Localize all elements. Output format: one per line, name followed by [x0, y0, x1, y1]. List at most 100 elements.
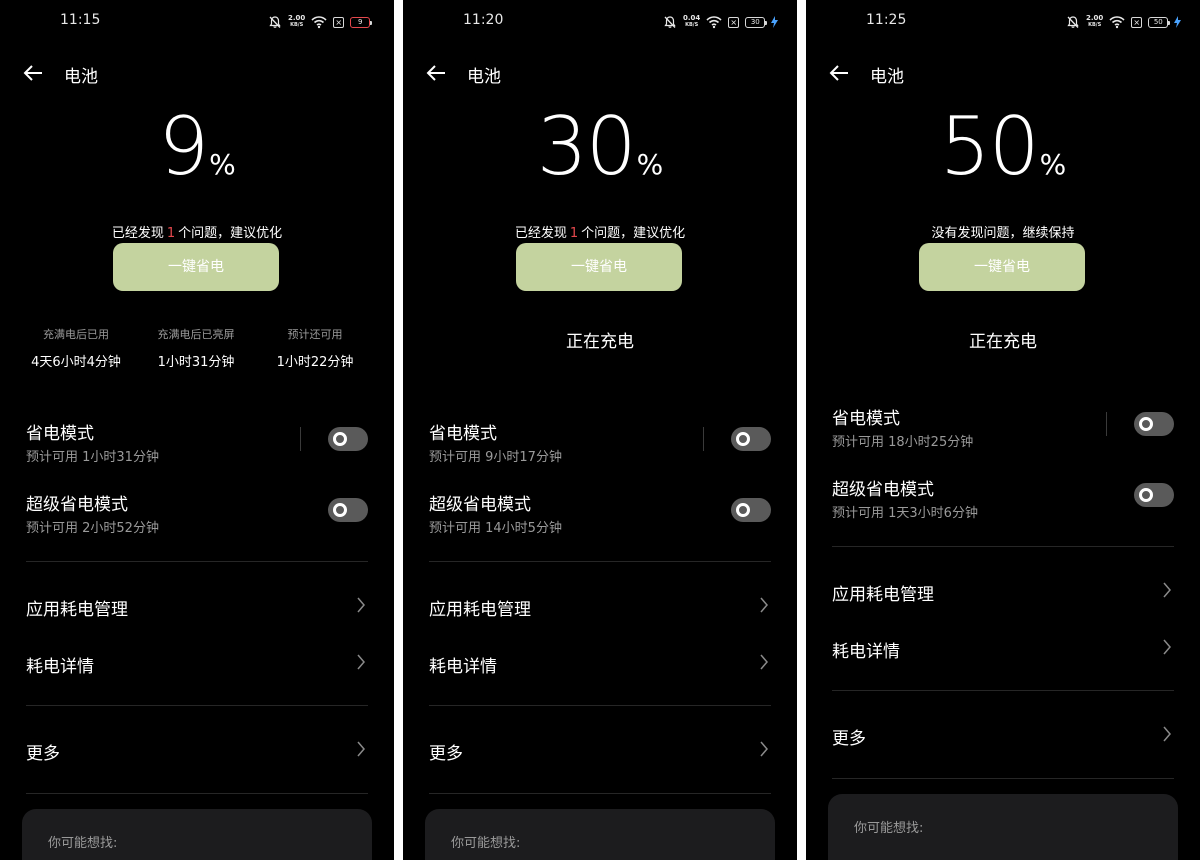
chevron-right-icon[interactable]	[1162, 582, 1172, 598]
chevron-right-icon[interactable]	[356, 654, 366, 670]
stage: 11:15 2.00 KB/S × 9 电池 9% 已经发现 1 个问题，建议优…	[0, 0, 1200, 860]
charging-bolt-icon	[1174, 16, 1182, 28]
status-icons: 2.00 KB/S × 9	[268, 12, 373, 32]
bell-muted-icon	[1067, 16, 1079, 28]
wifi-icon	[1109, 16, 1125, 29]
phone-screen-1: 11:15 2.00 KB/S × 9 电池 9% 已经发现 1 个问题，建议优…	[0, 0, 394, 860]
battery-icon: 9	[350, 16, 373, 28]
battery-level: 9	[358, 17, 363, 26]
percent-sign: %	[209, 148, 236, 181]
issue-count: 1	[569, 226, 579, 241]
net-speed-unit: KB/S	[290, 22, 304, 28]
menu-item-app-power-management[interactable]: 应用耗电管理	[429, 595, 531, 620]
issue-prefix: 已经发现	[111, 226, 164, 241]
power-saving-toggle[interactable]	[1134, 412, 1174, 436]
divider	[832, 546, 1174, 547]
percent-value: 50	[939, 100, 1040, 193]
super-saving-toggle[interactable]	[1134, 483, 1174, 507]
toggle-knob	[333, 432, 347, 446]
super-saving-mode-estimate: 预计可用 2小时52分钟	[26, 521, 159, 536]
chevron-right-icon[interactable]	[759, 597, 769, 613]
row-separator	[300, 427, 301, 451]
toggle-knob	[736, 503, 750, 517]
back-arrow-icon[interactable]	[828, 63, 850, 83]
chevron-right-icon[interactable]	[1162, 639, 1172, 655]
chevron-right-icon[interactable]	[759, 654, 769, 670]
one-tap-save-button[interactable]: 一键省电	[113, 243, 279, 291]
stat-label-used-since-full: 充满电后已用	[43, 328, 109, 341]
power-saving-toggle[interactable]	[328, 427, 368, 451]
net-speed-unit: KB/S	[685, 22, 699, 28]
super-saving-toggle[interactable]	[731, 498, 771, 522]
power-saving-mode-estimate: 预计可用 9小时17分钟	[429, 450, 562, 465]
bell-muted-icon	[269, 16, 281, 28]
wifi-icon	[706, 16, 722, 29]
battery-level: 30	[750, 17, 760, 26]
battery-percentage: 9%	[0, 102, 394, 192]
menu-item-power-details[interactable]: 耗电详情	[429, 652, 497, 677]
phone-screen-2: 11:20 0.04 KB/S × 30 电池 30% 已经发现 1 个问题，建…	[403, 0, 797, 860]
issue-summary: 已经发现 1 个问题，建议优化	[0, 222, 394, 241]
stat-label-remaining: 预计还可用	[287, 328, 343, 341]
chevron-right-icon[interactable]	[759, 741, 769, 757]
sim-off-icon: ×	[1131, 16, 1143, 28]
charging-bolt-icon	[771, 16, 779, 28]
status-icons: 0.04 KB/S × 30	[663, 12, 779, 32]
suggestions-label: 你可能想找:	[451, 836, 521, 851]
divider	[26, 561, 368, 562]
chevron-right-icon[interactable]	[1162, 726, 1172, 742]
menu-item-more[interactable]: 更多	[832, 724, 866, 749]
chevron-right-icon[interactable]	[356, 597, 366, 613]
back-arrow-icon[interactable]	[22, 63, 44, 83]
issue-suffix: 个问题，建议优化	[178, 226, 283, 241]
battery-percentage: 30%	[403, 102, 797, 192]
suggestions-card: 你可能想找:	[425, 809, 775, 860]
power-saving-mode-title: 省电模式	[26, 424, 94, 444]
super-saving-toggle[interactable]	[328, 498, 368, 522]
bell-muted-icon	[664, 16, 676, 28]
percent-value: 30	[536, 100, 637, 193]
menu-item-more[interactable]: 更多	[26, 739, 60, 764]
one-tap-save-button[interactable]: 一键省电	[919, 243, 1085, 291]
divider	[429, 705, 771, 706]
chevron-right-icon[interactable]	[356, 741, 366, 757]
row-separator	[1106, 412, 1107, 436]
menu-item-app-power-management[interactable]: 应用耗电管理	[26, 595, 128, 620]
divider	[832, 778, 1174, 779]
toggle-knob	[736, 432, 750, 446]
percent-sign: %	[636, 148, 664, 181]
power-saving-mode-title: 省电模式	[429, 424, 497, 444]
suggestions-label: 你可能想找:	[48, 836, 118, 851]
battery-icon: 50	[1148, 16, 1171, 28]
suggestions-card: 你可能想找:	[828, 794, 1178, 860]
menu-item-app-power-management[interactable]: 应用耗电管理	[832, 580, 934, 605]
power-saving-mode-title: 省电模式	[832, 409, 900, 429]
power-saving-toggle[interactable]	[731, 427, 771, 451]
issue-suffix: 个问题，建议优化	[581, 226, 686, 241]
super-saving-mode-estimate: 预计可用 1天3小时6分钟	[832, 506, 978, 521]
back-arrow-icon[interactable]	[425, 63, 447, 83]
stat-value-remaining: 1小时22分钟	[276, 355, 354, 370]
battery-level: 50	[1153, 17, 1163, 26]
menu-item-more[interactable]: 更多	[429, 739, 463, 764]
suggestions-card: 你可能想找:	[22, 809, 372, 860]
menu-item-power-details[interactable]: 耗电详情	[26, 652, 94, 677]
net-speed-value: 2.00	[1086, 14, 1104, 22]
menu-item-power-details[interactable]: 耗电详情	[832, 637, 900, 662]
phone-screen-3: 11:25 2.00 KB/S × 50 电池 50% 没有发现问题，继续保持 …	[806, 0, 1200, 860]
divider	[832, 690, 1174, 691]
wifi-icon	[311, 16, 327, 29]
page-title: 电池	[64, 67, 98, 87]
toggle-knob	[1139, 417, 1153, 431]
super-saving-mode-estimate: 预计可用 14小时5分钟	[429, 521, 562, 536]
one-tap-save-button[interactable]: 一键省电	[516, 243, 682, 291]
stat-value-screen-on: 1小时31分钟	[157, 355, 235, 370]
sim-off-icon: ×	[728, 16, 740, 28]
issue-count: 1	[166, 226, 176, 241]
sim-off-icon: ×	[333, 16, 345, 28]
stat-label-screen-on: 充满电后已亮屏	[157, 328, 235, 341]
power-saving-mode-estimate: 预计可用 1小时31分钟	[26, 450, 159, 465]
super-saving-mode-title: 超级省电模式	[26, 495, 128, 515]
divider	[429, 793, 771, 794]
toggle-knob	[1139, 488, 1153, 502]
